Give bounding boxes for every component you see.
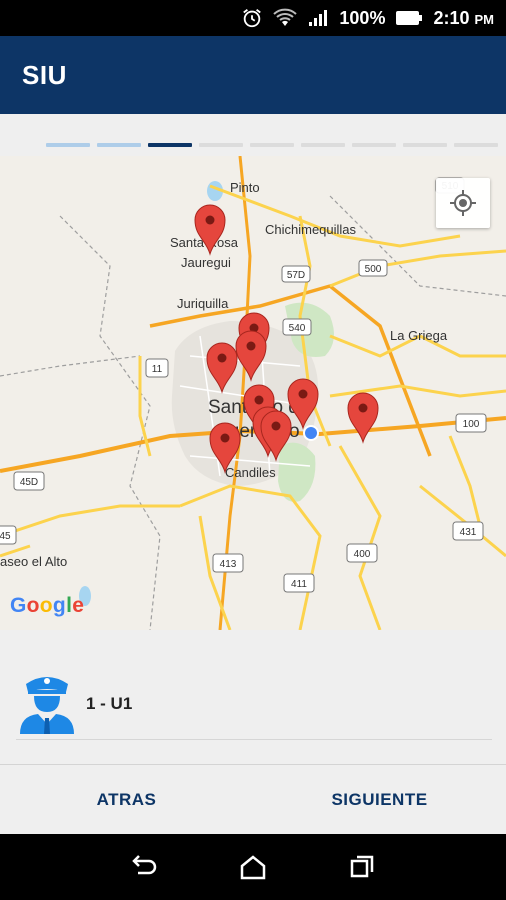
svg-text:11: 11 <box>152 364 163 375</box>
route-shield-57d: 57D <box>281 265 311 283</box>
signal-icon <box>307 8 329 28</box>
route-shield-45d: 45D <box>13 471 45 491</box>
battery-percent: 100% <box>339 7 386 28</box>
svg-text:431: 431 <box>460 527 477 538</box>
route-shield-100: 100 <box>455 413 487 433</box>
step-segment <box>250 143 294 147</box>
crosshair-icon <box>450 190 476 216</box>
back-arrow-icon <box>132 855 157 875</box>
unit-label: 1 - U1 <box>86 693 133 713</box>
back-nav-button[interactable] <box>114 842 174 892</box>
map-label-la-griega: La Griega <box>390 328 448 343</box>
map-view[interactable]: 510 57D 500 540 11 100 45D 45 431 400 41… <box>0 156 506 630</box>
recents-nav-button[interactable] <box>332 842 392 892</box>
next-button[interactable]: SIGUIENTE <box>253 765 506 835</box>
clock-time: 2:10 <box>433 7 470 28</box>
route-shield-540: 540 <box>282 318 312 336</box>
status-bar: 100% 2:10 PM <box>0 0 506 36</box>
home-nav-button[interactable] <box>223 842 283 892</box>
step-segment <box>148 143 192 147</box>
map-label-chichimequillas: Chichimequillas <box>265 222 357 237</box>
battery-icon <box>395 10 423 26</box>
route-shield-413: 413 <box>212 553 244 573</box>
map-label-jauregui: Jauregui <box>181 255 231 270</box>
map-label-candiles: Candiles <box>225 465 276 480</box>
unit-row[interactable]: 1 - U1 <box>16 668 492 740</box>
route-shield-11: 11 <box>145 358 169 378</box>
police-officer-icon <box>16 668 78 739</box>
navigation-buttons: ATRAS SIGUIENTE <box>0 764 506 834</box>
step-indicator <box>0 114 506 156</box>
svg-text:45: 45 <box>0 531 11 542</box>
system-nav-bar <box>0 834 506 900</box>
wifi-icon <box>273 8 298 28</box>
step-segment <box>199 143 243 147</box>
svg-text:45D: 45D <box>20 477 38 488</box>
svg-text:540: 540 <box>289 323 306 334</box>
step-segment <box>352 143 396 147</box>
route-shield-411: 411 <box>283 573 315 593</box>
route-shield-500: 500 <box>358 259 388 277</box>
alarm-icon <box>241 7 263 29</box>
route-shield-431: 431 <box>452 521 484 541</box>
svg-text:57D: 57D <box>287 270 305 281</box>
svg-text:500: 500 <box>365 264 382 275</box>
step-segment <box>454 143 498 147</box>
svg-text:411: 411 <box>291 579 307 590</box>
step-segment <box>97 143 141 147</box>
map-canvas[interactable]: 510 57D 500 540 11 100 45D 45 431 400 41… <box>0 156 506 630</box>
svg-text:100: 100 <box>463 419 480 430</box>
route-shield-45: 45 <box>0 525 17 545</box>
map-label-paseo-el-alto: aseo el Alto <box>0 554 67 569</box>
home-icon <box>240 855 266 880</box>
back-button[interactable]: ATRAS <box>0 765 253 835</box>
map-label-juriquilla: Juriquilla <box>177 296 229 311</box>
unit-info-panel: 1 - U1 <box>0 630 506 764</box>
current-location-dot <box>305 427 317 439</box>
my-location-button[interactable] <box>436 178 490 228</box>
step-segment <box>403 143 447 147</box>
recents-icon <box>350 855 373 878</box>
google-logo: Google <box>10 594 85 617</box>
clock-ampm: PM <box>474 11 495 27</box>
step-segment <box>301 143 345 147</box>
svg-text:400: 400 <box>354 549 371 560</box>
map-marker-icon[interactable] <box>347 392 379 444</box>
app-bar: SIU <box>0 36 506 114</box>
map-label-pinto: Pinto <box>230 180 260 195</box>
clock: 2:10 PM <box>433 8 494 29</box>
step-segment <box>46 143 90 147</box>
route-shield-400: 400 <box>346 543 378 563</box>
svg-text:413: 413 <box>220 559 237 570</box>
app-title: SIU <box>22 59 67 90</box>
